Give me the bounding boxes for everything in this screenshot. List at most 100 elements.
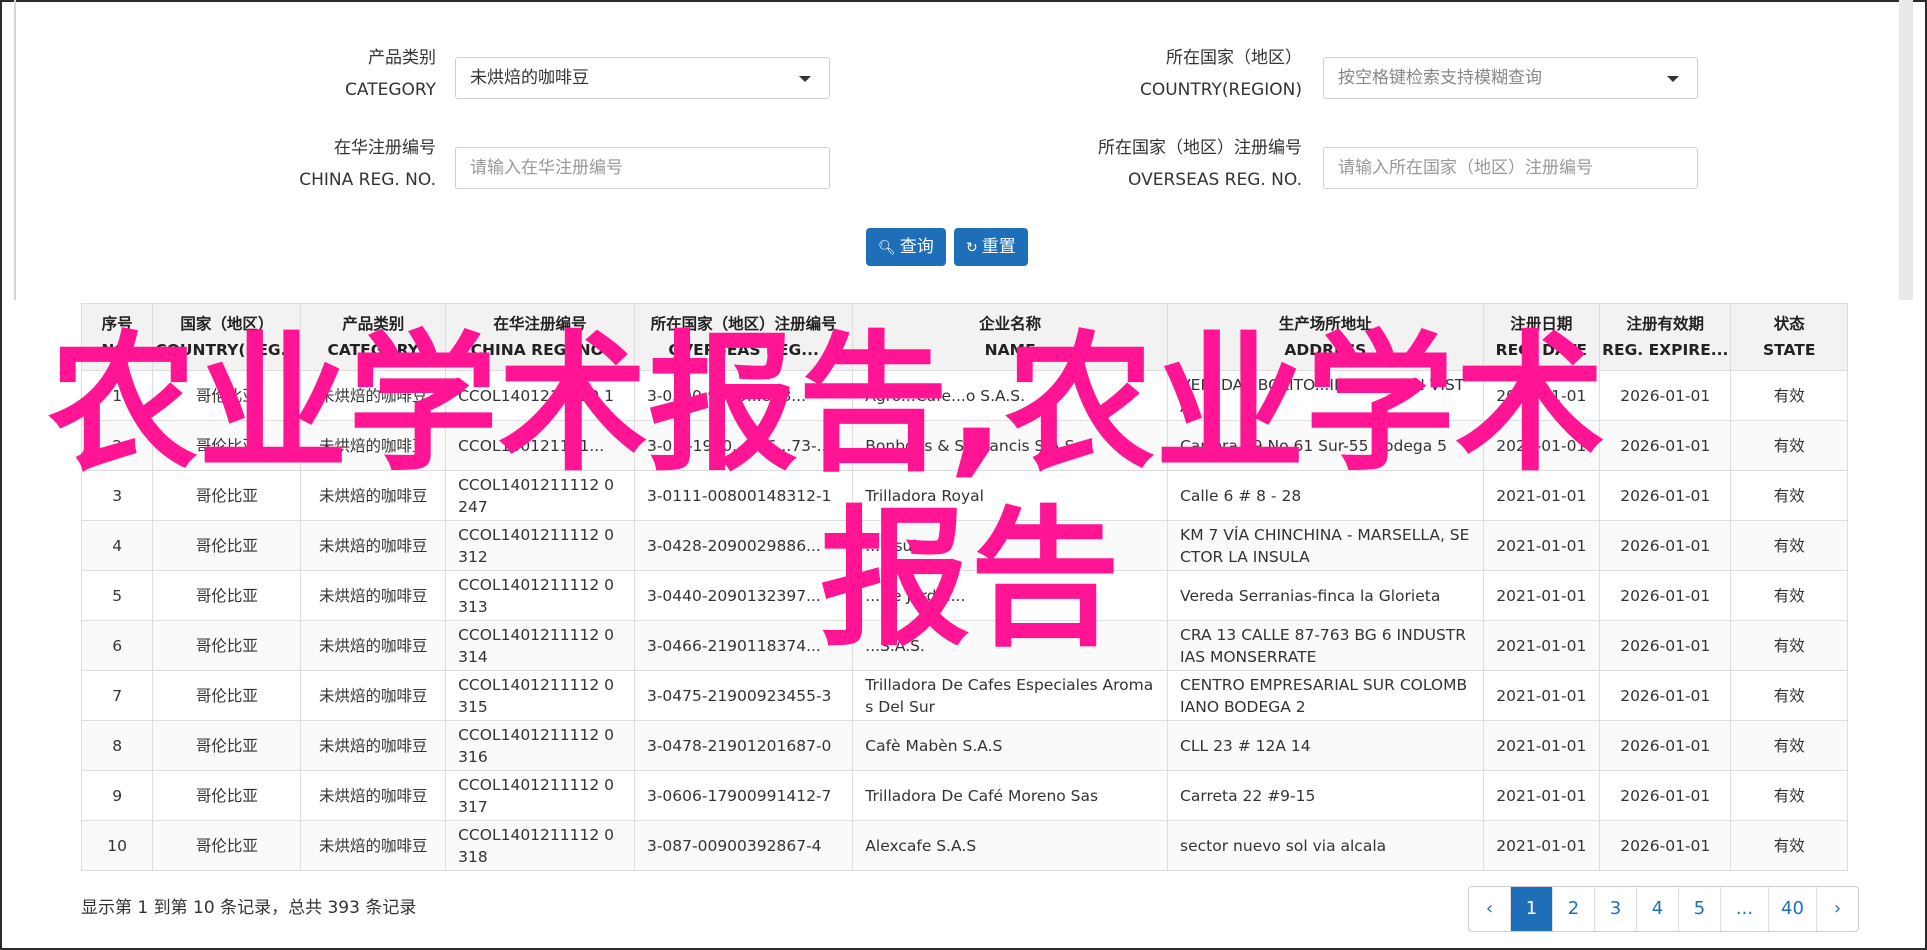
row-number: 4 (80, 520, 154, 571)
table-row[interactable]: 1 哥伦比亚 未烘焙的咖啡豆 CCOL1401211120 1 3-0390-9900.… (80, 370, 1848, 421)
name-cell: ...Insula... (852, 520, 1169, 571)
country-cell: 哥伦比亚 (152, 720, 302, 771)
page-button[interactable]: 40 (1769, 887, 1817, 931)
china-reg-cell: CCOL1401211112 0316 (445, 720, 635, 771)
page-button[interactable]: 1 (1511, 887, 1553, 931)
overseas-reg-cell: 3-0111-00800148312-1 (633, 470, 854, 521)
query-button[interactable]: 🔍︎ 查询 (866, 228, 946, 266)
column-header-en: CATEGORY (327, 341, 419, 359)
name-cell: Trilladora De Café Moreno Sas (852, 770, 1169, 821)
reg-expire-cell: 2026-01-01 (1599, 670, 1732, 721)
category-cell: 未烘焙的咖啡豆 (300, 620, 447, 671)
column-header: 注册日期 REG. DATE (1482, 303, 1601, 371)
reg-date-cell: 2021-01-01 (1482, 470, 1601, 521)
china-reg-input[interactable] (455, 147, 830, 189)
category-label-en: CATEGORY (345, 80, 436, 100)
reg-date-cell: 2021-01-01 (1482, 570, 1601, 621)
overseas-reg-label-en: OVERSEAS REG. NO. (1128, 170, 1302, 190)
table-row[interactable]: 6 哥伦比亚 未烘焙的咖啡豆 CCOL1401211112 0314 3-0466-21… (80, 620, 1848, 671)
table-row[interactable]: 5 哥伦比亚 未烘焙的咖啡豆 CCOL1401211112 0313 3-0440-20… (80, 570, 1848, 621)
column-header-en: REG. EXPIRE... (1602, 341, 1729, 359)
table-row[interactable]: 10 哥伦比亚 未烘焙的咖啡豆 CCOL1401211112 0318 3-087-00… (80, 820, 1848, 871)
page-button[interactable]: 5 (1679, 887, 1721, 931)
reg-date-cell: 2021-01-01 (1482, 670, 1601, 721)
category-select[interactable]: 未烘焙的咖啡豆 (455, 57, 830, 99)
table-row[interactable]: 8 哥伦比亚 未烘焙的咖啡豆 CCOL1401211112 0316 3-0478-21… (80, 720, 1848, 771)
reg-expire-cell: 2026-01-01 (1599, 470, 1732, 521)
china-reg-cell: CCOL1401211112 0318 (445, 820, 635, 871)
column-header-en: NAME (984, 341, 1036, 359)
table-row[interactable]: 9 哥伦比亚 未烘焙的咖啡豆 CCOL1401211112 0317 3-0606-17… (80, 770, 1848, 821)
next-page-button[interactable]: › (1817, 887, 1858, 931)
page-ellipsis[interactable]: ... (1721, 887, 1769, 931)
name-cell: Alexcafe S.A.S (852, 820, 1169, 871)
state-cell: 有效 (1730, 570, 1848, 621)
reg-expire-cell: 2026-01-01 (1599, 770, 1732, 821)
name-cell: Trilladora De Cafes Especiales Aromas De… (852, 670, 1169, 721)
overseas-reg-cell: 3-0466-2190118374... (633, 620, 854, 671)
country-cell: 哥伦比亚 (152, 620, 302, 671)
chevron-down-icon (799, 76, 811, 82)
vertical-scrollbar[interactable] (1899, 0, 1913, 300)
column-header-en: CHINA REG. NO. (470, 341, 610, 359)
prev-page-button[interactable]: ‹ (1469, 887, 1511, 931)
left-scroll-edge (14, 0, 16, 300)
reg-expire-cell: 2026-01-01 (1599, 570, 1732, 621)
reg-expire-cell: 2026-01-01 (1599, 620, 1732, 671)
china-reg-cell: CCOL1401211112 0312 (445, 520, 635, 571)
column-header-cn: 注册日期 (1510, 315, 1573, 333)
table-row[interactable]: 4 哥伦比亚 未烘焙的咖啡豆 CCOL1401211112 0312 3-0428-20… (80, 520, 1848, 571)
column-header-cn: 状态 (1773, 315, 1805, 333)
country-cell: 哥伦比亚 (152, 570, 302, 621)
country-cell: 哥伦比亚 (152, 520, 302, 571)
column-header: 序号 NO. (80, 303, 154, 371)
table-row[interactable]: 3 哥伦比亚 未烘焙的咖啡豆 CCOL1401211112 0247 3-0111-00… (80, 470, 1848, 521)
overseas-reg-cell: 3-0390-9900...868... (633, 370, 854, 421)
reg-date-cell: 2021-01-01 (1482, 820, 1601, 871)
name-cell: Cafè Mabèn S.A.S (852, 720, 1169, 771)
country-cell: 哥伦比亚 (152, 420, 302, 471)
overseas-reg-input[interactable] (1323, 147, 1698, 189)
pagination[interactable]: ‹ 1 2 3 4 5... 40 › (1468, 886, 1859, 932)
category-cell: 未烘焙的咖啡豆 (300, 570, 447, 621)
row-number: 9 (80, 770, 154, 821)
page-button[interactable]: 2 (1553, 887, 1595, 931)
column-header-cn: 在华注册编号 (493, 315, 587, 333)
state-cell: 有效 (1730, 670, 1848, 721)
state-cell: 有效 (1730, 470, 1848, 521)
column-header-en: OVERSEAS REG... (668, 341, 819, 359)
reset-button[interactable]: ↻ 重置 (954, 228, 1028, 266)
china-reg-label: 在华注册编号 CHINA REG. NO. (280, 132, 436, 196)
country-label: 所在国家（地区） COUNTRY(REGION) (1040, 42, 1302, 106)
country-cell: 哥伦比亚 (152, 670, 302, 721)
country-select[interactable]: 按空格键检索支持模糊查询 (1323, 57, 1698, 99)
column-header: 所在国家（地区）注册编号 OVERSEAS REG... (633, 303, 854, 371)
overseas-reg-cell: 3-0...-1990...586...73-... (633, 420, 854, 471)
page-button[interactable]: 3 (1595, 887, 1637, 931)
overseas-reg-cell: 3-0606-17900991412-7 (633, 770, 854, 821)
page-button[interactable]: 4 (1637, 887, 1679, 931)
category-cell: 未烘焙的咖啡豆 (300, 370, 447, 421)
reg-expire-cell: 2026-01-01 (1599, 420, 1732, 471)
category-cell: 未烘焙的咖啡豆 (300, 420, 447, 471)
table-row[interactable]: 2 哥伦比亚 未烘焙的咖啡豆 CCOL140121111... 3-0...-1990.… (80, 420, 1848, 471)
country-cell: 哥伦比亚 (152, 770, 302, 821)
name-cell: Trilladora Royal (852, 470, 1169, 521)
table-body: 1 哥伦比亚 未烘焙的咖啡豆 CCOL1401211120 1 3-0390-9900.… (80, 370, 1848, 871)
category-cell: 未烘焙的咖啡豆 (300, 520, 447, 571)
overseas-reg-label: 所在国家（地区）注册编号 OVERSEAS REG. NO. (1040, 132, 1302, 196)
column-header: 产品类别 CATEGORY (300, 303, 447, 371)
category-cell: 未烘焙的咖啡豆 (300, 470, 447, 521)
country-label-cn: 所在国家（地区） (1166, 48, 1302, 68)
table-row[interactable]: 7 哥伦比亚 未烘焙的咖啡豆 CCOL1401211112 0315 3-0475-21… (80, 670, 1848, 721)
column-header-en: REG. DATE (1495, 341, 1587, 359)
column-header-en: NO. (101, 341, 134, 359)
row-number: 2 (80, 420, 154, 471)
address-cell: Carrera 49 No 61 Sur-55 Bodega 5 (1167, 420, 1484, 471)
column-header: 企业名称 NAME (852, 303, 1169, 371)
category-cell: 未烘焙的咖啡豆 (300, 770, 447, 821)
reg-expire-cell: 2026-01-01 (1599, 520, 1732, 571)
overseas-reg-cell: 3-0475-21900923455-3 (633, 670, 854, 721)
row-number: 8 (80, 720, 154, 771)
record-summary: 显示第 1 到第 10 条记录，总共 393 条记录 (81, 898, 417, 918)
